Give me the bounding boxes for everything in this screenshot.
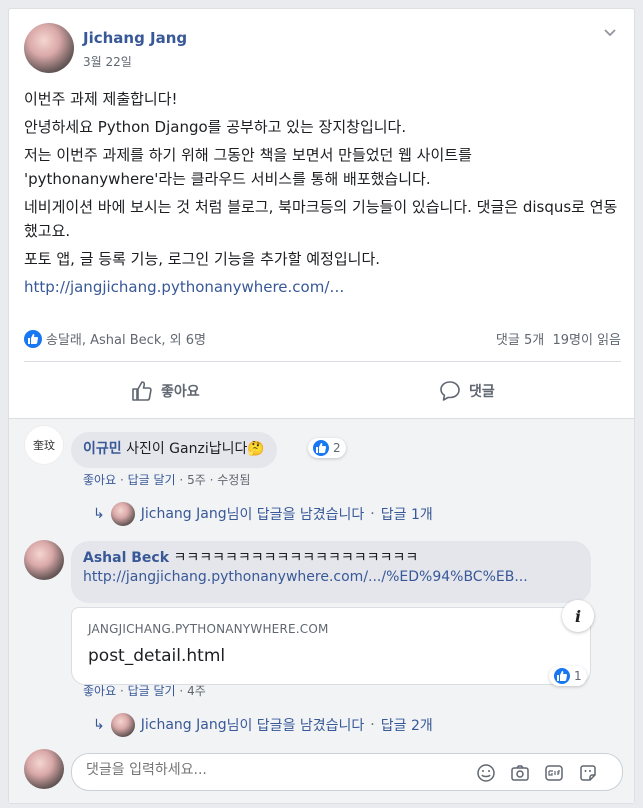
current-user-avatar[interactable] (24, 749, 64, 789)
commenter-avatar[interactable] (24, 540, 64, 580)
post-paragraph: 네비게이션 바에 보시는 것 처럼 블로그, 북마크등의 기능들이 있습니다. … (24, 198, 618, 240)
comment-icon (440, 381, 460, 401)
reactors-text[interactable]: 송달래, Ashal Beck, 외 6명 (46, 333, 206, 348)
comment-like-link[interactable]: 좋아요 (83, 684, 116, 698)
replies-link[interactable]: ↳ Jichang Jang 님이 답글을 남겼습니다 · 답글 2개 (93, 713, 433, 737)
comment-edited: 수정됨 (217, 473, 251, 487)
link-preview-card[interactable]: JANGJICHANG.PYTHONANYWHERE.COM post_deta… (71, 607, 591, 685)
reply-author: Jichang Jang (140, 717, 227, 733)
comment-bubble: 이규민 사진이 Ganzi납니다🤔 (71, 432, 277, 468)
post-paragraph: 포토 앱, 글 등록 기능, 로그인 기능을 추가할 예정입니다. (24, 250, 381, 268)
reply-author: Jichang Jang (140, 506, 227, 522)
thumbs-up-icon (132, 381, 152, 401)
comment-actions: 좋아요 · 답글 달기 · 5주 · 수정됨 (83, 473, 251, 487)
camera-icon[interactable] (510, 763, 530, 783)
comment-reply-link[interactable]: 답글 달기 (128, 473, 176, 487)
post-stats: 송달래, Ashal Beck, 외 6명 댓글 5개 19명이 읽음 (24, 329, 621, 349)
post-date[interactable]: 3월 22일 (83, 53, 132, 70)
reply-author-avatar (110, 713, 135, 737)
chevron-down-icon[interactable] (602, 27, 618, 39)
replies-link[interactable]: ↳ Jichang Jang 님이 답글을 남겼습니다 · 답글 1개 (93, 502, 433, 526)
post-paragraph: 이번주 과제 제출합니다! (24, 90, 178, 108)
reply-arrow-icon: ↳ (93, 717, 105, 733)
comment-count[interactable]: 댓글 5개 (496, 333, 544, 348)
reply-author-avatar (110, 502, 135, 526)
comment-composer[interactable] (71, 753, 623, 791)
commenter-name[interactable]: 이규민 (83, 441, 122, 457)
reactions-summary[interactable]: 송달래, Ashal Beck, 외 6명 (24, 329, 206, 348)
comment-text: 사진이 Ganzi납니다🤔 (126, 441, 265, 457)
like-button[interactable]: 좋아요 (131, 373, 200, 409)
like-reaction-icon (24, 329, 42, 348)
preview-domain: JANGJICHANG.PYTHONANYWHERE.COM (88, 622, 329, 636)
comment-reaction-count[interactable]: 2 (308, 438, 346, 458)
comment-text: ㅋㅋㅋㅋㅋㅋㅋㅋㅋㅋㅋㅋㅋㅋㅋㅋㅋㅋㅋ (173, 550, 419, 566)
like-button-label: 좋아요 (161, 384, 200, 400)
like-reaction-icon (313, 440, 329, 456)
post-link[interactable]: http://jangjichang.pythonanywhere.com/… (24, 278, 344, 296)
view-count[interactable]: 19명이 읽음 (552, 333, 621, 348)
post-card: Jichang Jang 3월 22일 이번주 과제 제출합니다! 안녕하세요 … (8, 8, 635, 804)
comment-time[interactable]: 4주 (187, 684, 206, 698)
author-avatar[interactable] (24, 23, 74, 73)
comment-time[interactable]: 5주 (187, 473, 206, 487)
info-icon[interactable]: i (562, 600, 594, 632)
post-paragraph: 저는 이번주 과제를 하기 위해 그동안 책을 보면서 만들었던 웹 사이트를 … (24, 146, 472, 188)
reply-count: 답글 2개 (380, 718, 433, 734)
comment-like-link[interactable]: 좋아요 (83, 473, 116, 487)
divider (24, 361, 621, 362)
reply-count: 답글 1개 (380, 507, 433, 523)
commenter-avatar[interactable]: 奎玟 (24, 425, 64, 465)
post-author[interactable]: Jichang Jang (83, 29, 187, 47)
comment-reaction-count[interactable]: 1 (549, 666, 587, 686)
like-reaction-icon (554, 668, 570, 684)
sticker-icon[interactable] (578, 763, 598, 783)
comment-button[interactable]: 댓글 (439, 373, 495, 409)
post-paragraph: 안녕하세요 Python Django를 공부하고 있는 장지창입니다. (24, 118, 407, 136)
post-body: 이번주 과제 제출합니다! 안녕하세요 Python Django를 공부하고 … (24, 87, 624, 303)
comment-input[interactable] (86, 762, 466, 778)
comment-link[interactable]: http://jangjichang.pythonanywhere.com/..… (83, 569, 528, 585)
comment-actions: 좋아요 · 답글 달기 · 4주 (83, 684, 206, 698)
preview-title: post_detail.html (88, 646, 226, 666)
reply-arrow-icon: ↳ (93, 506, 105, 522)
commenter-name[interactable]: Ashal Beck (83, 550, 169, 566)
comment-button-label: 댓글 (469, 384, 495, 400)
gif-icon[interactable] (544, 763, 564, 783)
comment-reply-link[interactable]: 답글 달기 (128, 684, 176, 698)
comment-bubble: Ashal Beck ㅋㅋㅋㅋㅋㅋㅋㅋㅋㅋㅋㅋㅋㅋㅋㅋㅋㅋㅋ http://ja… (71, 541, 591, 603)
emoji-icon[interactable] (476, 763, 496, 783)
